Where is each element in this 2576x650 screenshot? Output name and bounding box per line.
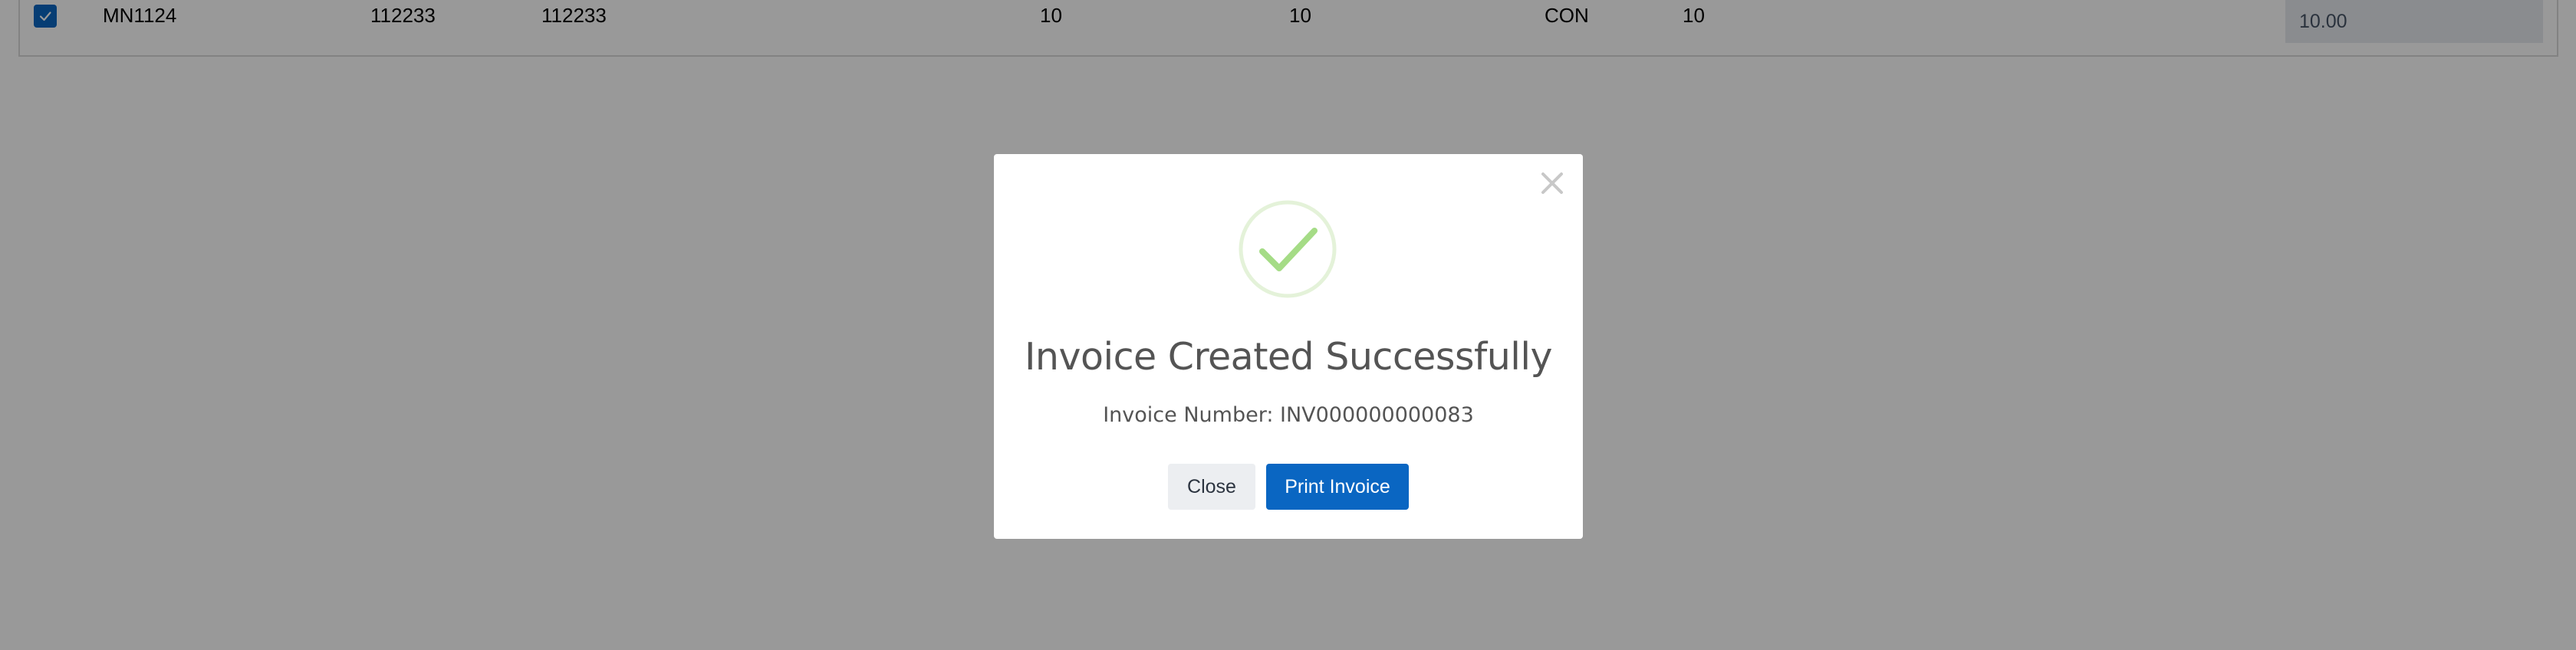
- close-icon[interactable]: [1535, 166, 1569, 200]
- close-button[interactable]: Close: [1168, 464, 1255, 510]
- success-check-icon: [1238, 199, 1337, 299]
- invoice-success-dialog: Invoice Created Successfully Invoice Num…: [994, 154, 1583, 539]
- print-invoice-button[interactable]: Print Invoice: [1266, 464, 1409, 510]
- dialog-title: Invoice Created Successfully: [1024, 335, 1553, 379]
- invoice-number-text: Invoice Number: INV000000000083: [1103, 403, 1474, 427]
- dialog-actions: Close Print Invoice: [994, 464, 1583, 510]
